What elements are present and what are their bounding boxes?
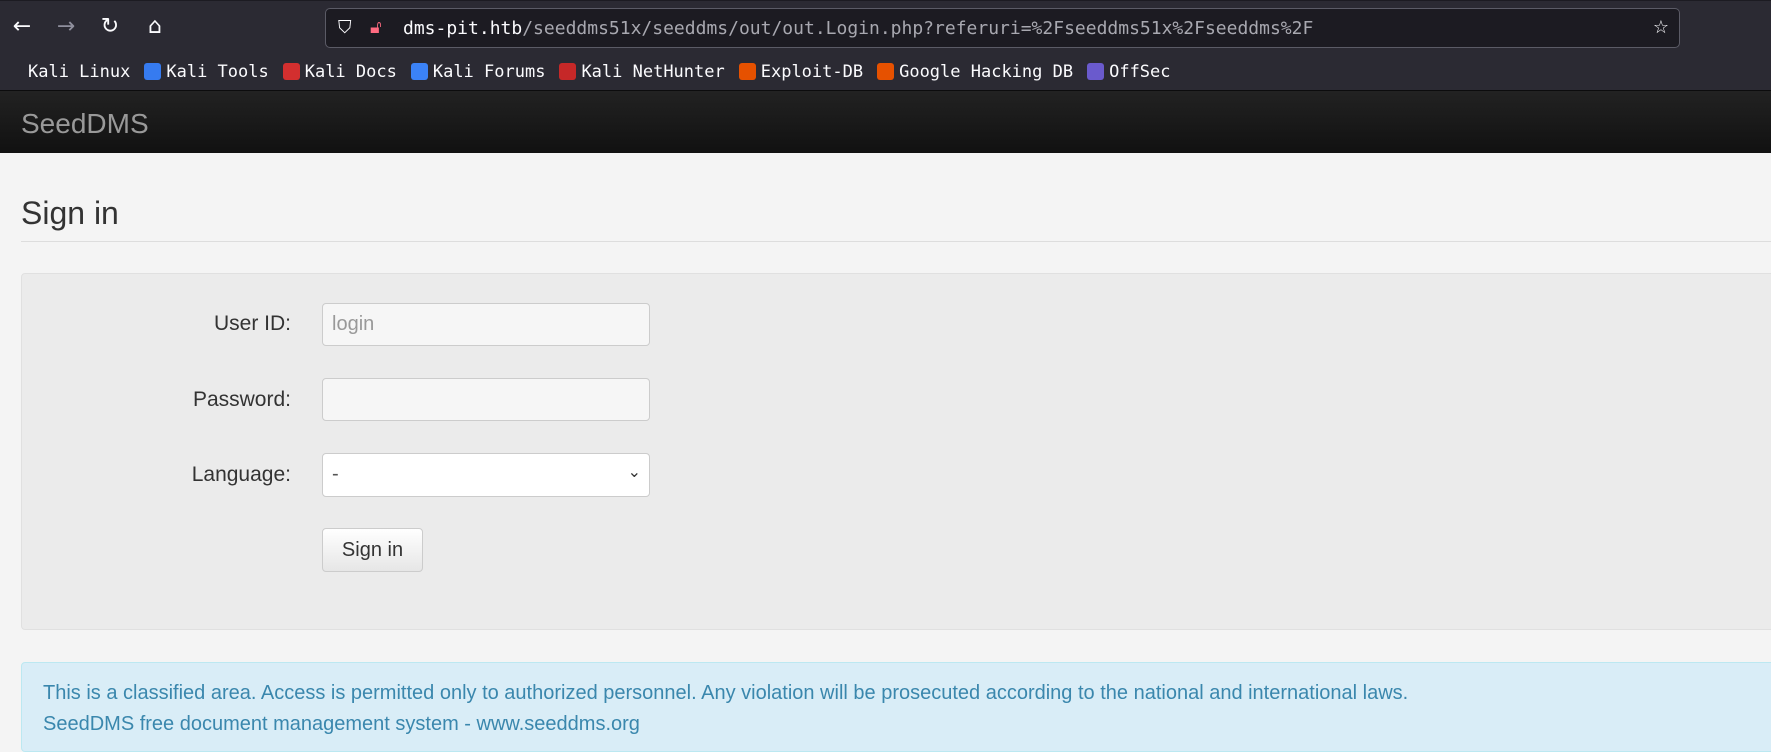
bookmark-favicon-icon [877, 63, 895, 80]
bookmark-label: Kali Tools [166, 61, 269, 82]
sign-in-button[interactable]: Sign in [322, 528, 423, 572]
address-bar[interactable]: ⛉ 🔓︎ dms-pit.htb/seeddms51x/seeddms/out/… [325, 8, 1680, 48]
language-label: Language: [191, 463, 291, 486]
chevron-down-icon: ⌄ [627, 464, 641, 481]
bookmark-favicon-icon [410, 63, 428, 80]
bookmark-label: Kali Forums [432, 61, 546, 82]
bookmark-favicon-icon [1087, 63, 1105, 80]
page-title: Sign in [21, 195, 119, 231]
bookmark-label: Kali NetHunter [581, 61, 725, 82]
divider [21, 241, 1771, 242]
browser-toolbar: ← → ↻ ⌂ ⛉ 🔓︎ dms-pit.htb/seeddms51x/seed… [0, 0, 1771, 53]
seeddms-credit-link[interactable]: SeedDMS free document management system … [43, 709, 1759, 740]
forward-icon[interactable]: → [52, 13, 80, 41]
bookmark-label: Kali Linux [28, 61, 131, 82]
bookmark-label: Kali Docs [304, 61, 397, 82]
user-id-input[interactable]: login [322, 303, 650, 346]
classified-notice: This is a classified area. Access is per… [43, 682, 1409, 704]
back-icon[interactable]: ← [8, 13, 36, 41]
app-navbar: SeedDMS [0, 91, 1771, 153]
bookmark-favicon-icon [738, 63, 756, 80]
bookmarks-bar: Kali Linux Kali Tools Kali Docs Kali Forums… [0, 53, 1771, 91]
bookmark-google-hacking-db[interactable]: Google Hacking DB [877, 62, 1073, 82]
bookmark-exploit-db[interactable]: Exploit-DB [738, 61, 864, 82]
bookmark-kali-tools[interactable]: Kali Tools [144, 61, 269, 82]
bookmark-label: OffSec [1109, 61, 1171, 82]
shield-icon[interactable]: ⛉ [338, 17, 352, 38]
bookmark-kali-docs[interactable]: Kali Docs [282, 61, 397, 82]
bookmark-offsec[interactable]: OffSec [1087, 61, 1171, 82]
bookmark-kali-linux[interactable]: Kali Linux [6, 62, 130, 82]
url-text[interactable]: dms-pit.htb/seeddms51x/seeddms/out/out.L… [403, 18, 1313, 39]
bookmark-label: Google Hacking DB [899, 61, 1074, 82]
bookmark-kali-forums[interactable]: Kali Forums [410, 61, 546, 82]
bookmark-favicon-icon [559, 63, 577, 80]
bookmark-favicon-icon [282, 63, 300, 80]
insecure-lock-icon[interactable]: 🔓︎ [370, 17, 382, 38]
bookmark-star-icon[interactable]: ☆ [1653, 17, 1669, 38]
home-icon[interactable]: ⌂ [141, 13, 169, 41]
password-label: Password: [192, 388, 291, 411]
brand-link[interactable]: SeedDMS [21, 108, 149, 140]
bookmark-kali-nethunter[interactable]: Kali NetHunter [559, 61, 725, 82]
bookmark-label: Exploit-DB [760, 61, 864, 82]
url-host: dms-pit.htb [403, 18, 523, 39]
password-input[interactable] [322, 378, 650, 421]
user-id-label: User ID: [213, 312, 291, 335]
url-path: /seeddms51x/seeddms/out/out.Login.php?re… [522, 18, 1314, 39]
reload-icon[interactable]: ↻ [96, 13, 124, 41]
language-select[interactable]: - ⌄ [322, 453, 650, 497]
language-value: - [332, 463, 339, 485]
bookmark-favicon-icon [144, 63, 162, 80]
bookmark-favicon-icon [6, 63, 23, 80]
